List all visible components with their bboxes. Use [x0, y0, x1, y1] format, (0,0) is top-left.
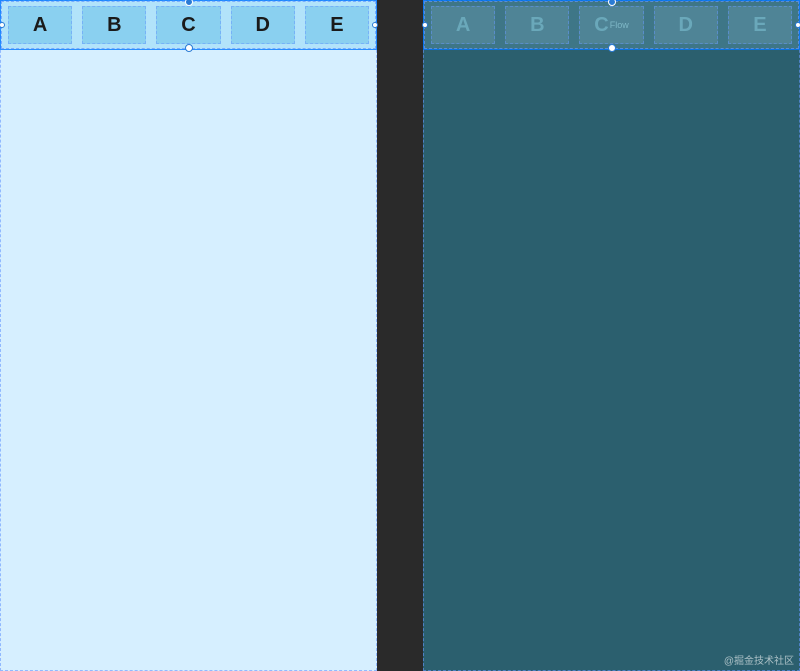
tab-label: E: [330, 14, 343, 37]
tab-label: D: [678, 14, 692, 37]
right-artboard[interactable]: A B CFlow D E: [423, 0, 800, 671]
tab-label: A: [33, 14, 47, 37]
tab-a[interactable]: A: [431, 6, 495, 44]
tab-a[interactable]: A: [8, 6, 72, 44]
tab-d[interactable]: D: [654, 6, 718, 44]
selection-handle-right-icon[interactable]: [372, 22, 378, 28]
selection-handle-bottom-icon[interactable]: [608, 44, 616, 52]
tab-e[interactable]: E: [305, 6, 369, 44]
tab-label: C: [594, 14, 608, 37]
tab-d[interactable]: D: [231, 6, 295, 44]
tab-label: C: [181, 14, 195, 37]
selection-handle-left-icon[interactable]: [422, 22, 428, 28]
tab-b[interactable]: B: [82, 6, 146, 44]
selection-handle-bottom-icon[interactable]: [185, 44, 193, 52]
selection-handle-right-icon[interactable]: [795, 22, 800, 28]
watermark-text: @掘金技术社区: [724, 652, 794, 667]
tab-e[interactable]: E: [728, 6, 792, 44]
tab-label: D: [255, 14, 269, 37]
tab-label: E: [753, 14, 766, 37]
tab-label: B: [530, 14, 544, 37]
tab-label: A: [456, 14, 470, 37]
left-tab-row[interactable]: A B C D E: [1, 1, 376, 49]
panel-divider: [377, 0, 423, 671]
flow-badge: Flow: [610, 20, 629, 30]
tab-c[interactable]: C: [156, 6, 220, 44]
right-tab-row[interactable]: A B CFlow D E: [424, 1, 799, 49]
left-artboard[interactable]: A B C D E: [0, 0, 377, 671]
selection-handle-left-icon[interactable]: [0, 22, 5, 28]
tab-b[interactable]: B: [505, 6, 569, 44]
tab-c[interactable]: CFlow: [579, 6, 643, 44]
tab-label: B: [107, 14, 121, 37]
